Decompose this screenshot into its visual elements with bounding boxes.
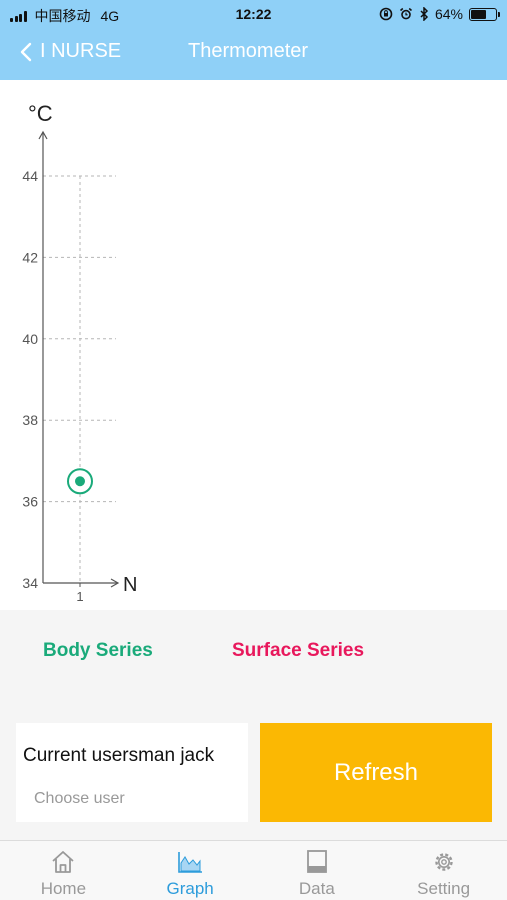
- tab-home-label: Home: [40, 879, 87, 898]
- back-label: I NURSE: [40, 40, 122, 62]
- y-tick-label: 38: [22, 412, 38, 428]
- back-button[interactable]: I NURSE: [20, 40, 121, 63]
- navigation-bar: I NURSE Thermometer: [0, 28, 507, 80]
- tab-graph[interactable]: Graph: [127, 841, 254, 900]
- tab-data[interactable]: Data: [254, 841, 381, 900]
- gear-icon: [434, 853, 453, 871]
- y-tick-label: 44: [22, 168, 38, 184]
- legend-surface-series[interactable]: Surface Series: [232, 640, 364, 662]
- tab-graph-label: Graph: [166, 879, 214, 898]
- refresh-button[interactable]: Refresh: [260, 723, 492, 822]
- data-point: [75, 476, 85, 487]
- book-icon: [306, 850, 327, 873]
- tab-bar: Home Graph Data Setting: [0, 840, 507, 900]
- legend-body-series[interactable]: Body Series: [43, 640, 153, 662]
- bluetooth-icon: [420, 7, 429, 21]
- x-axis-label: N: [123, 574, 137, 596]
- chevron-left-icon: [20, 42, 32, 61]
- user-card: Current usersman jack Choose user: [16, 723, 248, 822]
- page-title: Thermometer: [188, 40, 309, 62]
- choose-user-button[interactable]: Choose user: [34, 790, 125, 808]
- graph-icon: [178, 852, 203, 873]
- battery-percent: 64%: [434, 6, 463, 22]
- series-legend: Body Series Surface Series: [0, 610, 507, 694]
- temperature-chart: 34 36 38 40 42 44 1 °C N: [0, 80, 507, 610]
- y-tick-label: 42: [22, 249, 38, 265]
- header-bar: 中国移动 4G 12:22 64% I NURSE Thermometer: [0, 0, 507, 80]
- tab-home[interactable]: Home: [0, 841, 127, 900]
- tab-data-label: Data: [298, 879, 335, 898]
- tab-setting-label: Setting: [417, 879, 471, 898]
- home-icon: [52, 851, 74, 873]
- battery-icon: [469, 7, 500, 21]
- y-tick-label: 34: [22, 575, 38, 591]
- current-user-label: Current usersman jack: [23, 745, 215, 766]
- alarm-icon: [399, 7, 412, 20]
- tab-setting[interactable]: Setting: [380, 841, 507, 900]
- status-bar: 中国移动 4G 12:22 64%: [0, 0, 507, 28]
- x-tick-label: 1: [76, 589, 83, 604]
- y-axis-label: °C: [28, 101, 53, 126]
- chart-canvas: 34 36 38 40 42 44 1 °C N: [22, 101, 137, 604]
- y-tick-label: 36: [22, 494, 38, 510]
- y-tick-label: 40: [22, 331, 38, 347]
- rotation-lock-icon: [379, 7, 393, 21]
